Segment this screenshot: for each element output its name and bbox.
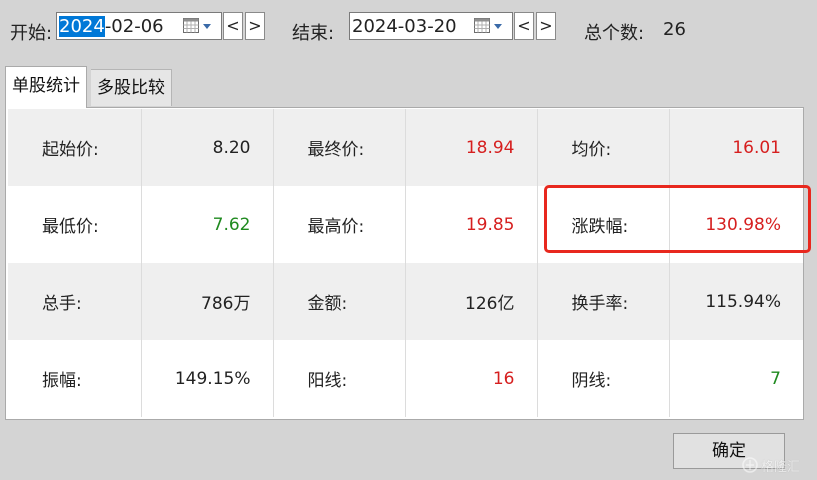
date-range-bar: 开始: 2024-02-06 < > 结束: 2024-03-20 < > 总个… <box>0 0 817 58</box>
stat-label-up-days: 阳线: <box>273 340 406 417</box>
chevron-down-icon[interactable] <box>494 24 502 29</box>
stats-panel: 起始价: 8.20 最终价: 18.94 均价: 16.01 最低价: 7.62… <box>5 107 804 420</box>
stat-value-change-pct: 130.98% <box>669 186 803 263</box>
stat-value-start-price: 8.20 <box>141 109 274 186</box>
gelonghui-logo-icon <box>742 457 758 473</box>
stat-label-avg-price: 均价: <box>537 109 670 186</box>
start-date-label: 开始: <box>10 23 53 44</box>
end-date-label: 结束: <box>292 23 335 44</box>
stat-label-start-price: 起始价: <box>8 109 142 186</box>
stat-value-amplitude: 149.15% <box>141 340 274 417</box>
stats-table: 起始价: 8.20 最终价: 18.94 均价: 16.01 最低价: 7.62… <box>8 109 803 417</box>
stat-label-low-price: 最低价: <box>8 186 142 263</box>
watermark: 格隆汇 <box>742 455 800 475</box>
chevron-down-icon[interactable] <box>203 24 211 29</box>
stat-label-amplitude: 振幅: <box>8 340 142 417</box>
stat-value-amount: 126亿 <box>405 263 538 340</box>
table-row: 最低价: 7.62 最高价: 19.85 涨跌幅: 130.98% <box>8 186 803 263</box>
stat-value-low-price: 7.62 <box>141 186 274 263</box>
start-next-button[interactable]: > <box>245 12 265 40</box>
stat-value-end-price: 18.94 <box>405 109 538 186</box>
stat-value-turnover-rate: 115.94% <box>669 263 803 340</box>
stat-label-amount: 金额: <box>273 263 406 340</box>
table-row: 起始价: 8.20 最终价: 18.94 均价: 16.01 <box>8 109 803 186</box>
start-date-value[interactable]: 2024-02-06 <box>59 16 164 37</box>
end-prev-button[interactable]: < <box>514 12 534 40</box>
stat-label-turnover-rate: 换手率: <box>537 263 670 340</box>
calendar-icon[interactable] <box>183 18 199 33</box>
stat-label-total-volume: 总手: <box>8 263 142 340</box>
end-date-picker[interactable]: 2024-03-20 <box>349 12 513 40</box>
stat-value-down-days: 7 <box>669 340 803 417</box>
total-count-label: 总个数: <box>584 23 645 44</box>
start-date-picker[interactable]: 2024-02-06 <box>56 12 222 40</box>
stat-label-down-days: 阴线: <box>537 340 670 417</box>
stat-label-high-price: 最高价: <box>273 186 406 263</box>
start-prev-button[interactable]: < <box>223 12 243 40</box>
stat-value-up-days: 16 <box>405 340 538 417</box>
table-row: 振幅: 149.15% 阳线: 16 阴线: 7 <box>8 340 803 417</box>
stat-label-end-price: 最终价: <box>273 109 406 186</box>
tab-multi-stock-compare[interactable]: 多股比较 <box>91 69 172 106</box>
table-row: 总手: 786万 金额: 126亿 换手率: 115.94% <box>8 263 803 340</box>
start-date-rest-text: -02-06 <box>104 16 164 37</box>
stat-value-avg-price: 16.01 <box>669 109 803 186</box>
stat-value-high-price: 19.85 <box>405 186 538 263</box>
stat-value-total-volume: 786万 <box>141 263 274 340</box>
calendar-icon[interactable] <box>474 18 490 33</box>
end-next-button[interactable]: > <box>536 12 556 40</box>
end-date-value[interactable]: 2024-03-20 <box>352 16 457 37</box>
watermark-text: 格隆汇 <box>761 459 801 475</box>
start-date-selected-text: 2024 <box>59 16 105 37</box>
total-count-value: 26 <box>663 19 686 40</box>
stat-label-change-pct: 涨跌幅: <box>537 186 670 263</box>
tab-single-stock-stats[interactable]: 单股统计 <box>5 66 87 108</box>
